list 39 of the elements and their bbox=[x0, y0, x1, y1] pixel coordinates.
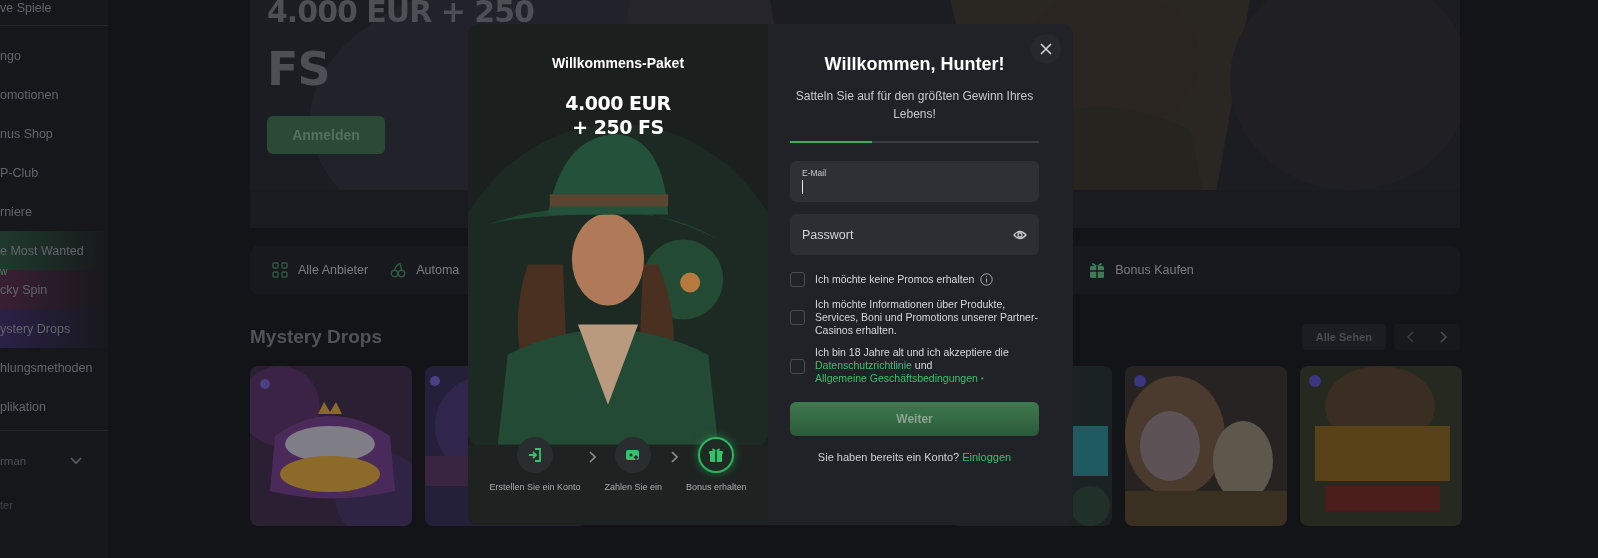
chevron-left-icon[interactable] bbox=[1406, 331, 1416, 343]
wallet-icon bbox=[625, 447, 642, 463]
sidebar-item[interactable]: rniere bbox=[0, 192, 108, 231]
chevron-down-icon bbox=[70, 457, 82, 465]
checkbox[interactable] bbox=[790, 310, 805, 325]
chevron-right-icon bbox=[588, 451, 597, 463]
checkbox[interactable] bbox=[790, 358, 805, 374]
gift-icon bbox=[708, 447, 725, 463]
language-selector[interactable]: rman bbox=[0, 441, 108, 481]
sidebar-item[interactable]: ve Spiele bbox=[0, 0, 108, 21]
info-icon[interactable] bbox=[980, 272, 994, 286]
provider-tab[interactable]: Bonus Kaufen bbox=[1089, 262, 1194, 278]
chevron-right-icon[interactable] bbox=[1438, 331, 1448, 343]
sidebar-item[interactable]: ngo bbox=[0, 36, 108, 75]
section-title: Mystery Drops bbox=[250, 326, 382, 348]
step-label: Erstellen Sie ein Konto bbox=[489, 482, 581, 492]
cherries-icon bbox=[390, 262, 407, 278]
login-link[interactable]: Einloggen bbox=[962, 451, 1012, 463]
sidebar-item[interactable]: nus Shop bbox=[0, 114, 108, 153]
provider-tab[interactable]: Automa bbox=[390, 262, 460, 278]
terms-link[interactable]: Datenschutzrichtlinie bbox=[815, 359, 912, 371]
sidebar-item[interactable]: hlungsmethoden bbox=[0, 348, 108, 387]
login-prompt: Sie haben bereits ein Konto? Einloggen bbox=[816, 451, 1013, 463]
gift-icon bbox=[1089, 262, 1106, 278]
step-label: Zahlen Sie ein bbox=[604, 482, 663, 492]
sidebar-item[interactable]: omotionen bbox=[0, 75, 108, 114]
sidebar-item[interactable]: plikation bbox=[0, 387, 108, 426]
consent-text: Ich möchte keine Promos erhalten bbox=[815, 272, 975, 286]
sidebar-item[interactable]: P-Club bbox=[0, 153, 108, 192]
checkbox[interactable] bbox=[790, 271, 805, 287]
chevron-right-icon bbox=[670, 451, 679, 463]
step-label: Bonus erhalten bbox=[686, 482, 747, 492]
grid-icon bbox=[272, 262, 288, 278]
consent-text: Ich möchte Informationen über Produkte, Services, Boni und Promotions unserer Partner-Casinos erhalten. bbox=[815, 298, 1039, 337]
sign-in-icon bbox=[526, 447, 543, 463]
terms-link[interactable]: Allgemeine Geschäftsbedingungen bbox=[815, 372, 978, 384]
provider-tab[interactable]: Alle Anbieter bbox=[272, 262, 369, 278]
consent-text: Ich bin 18 Jahre alt und ich akzeptiere die Datenschutzrichtlinie und Allgemeine Geschäftsbedingungen * bbox=[815, 346, 1010, 386]
eye-icon[interactable] bbox=[1013, 230, 1027, 240]
